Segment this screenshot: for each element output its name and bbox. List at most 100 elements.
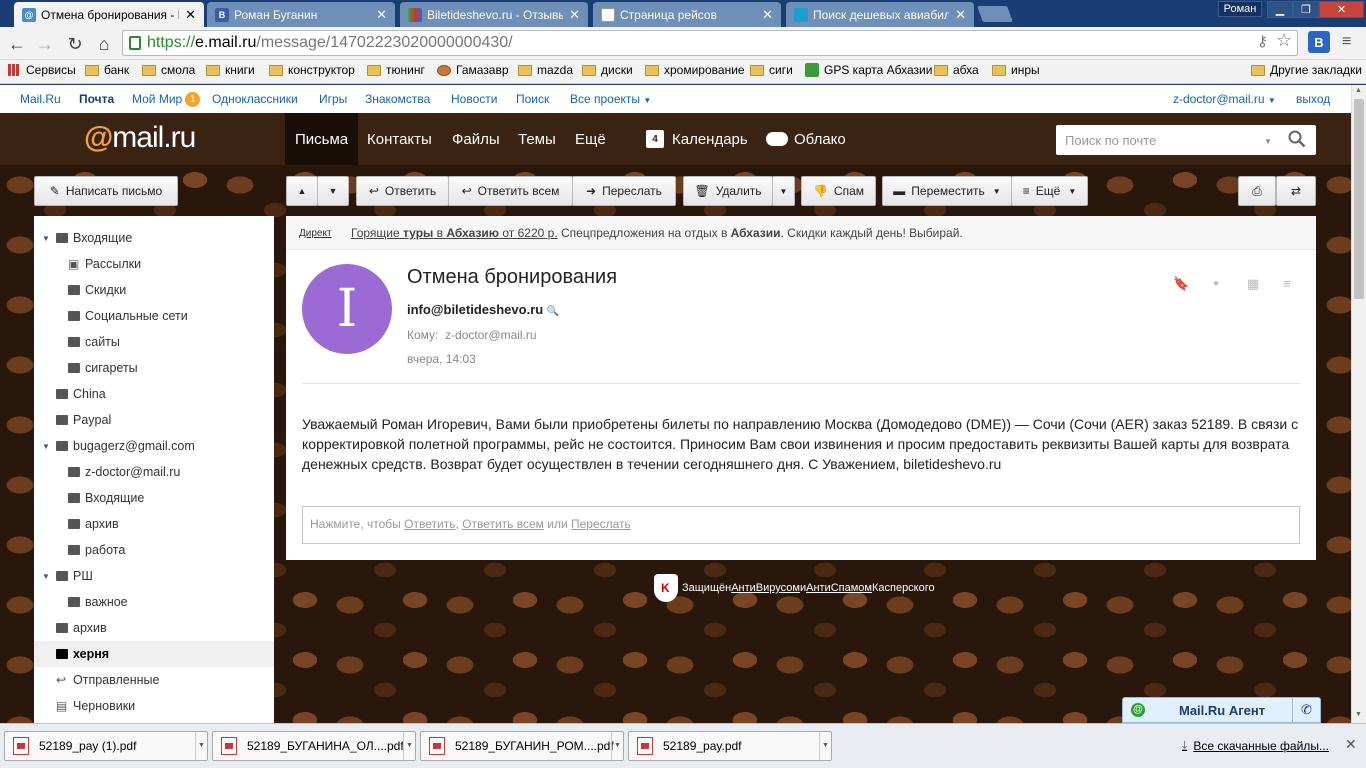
tab-vk[interactable]: B Роман Буганин ✕ <box>207 2 395 27</box>
direct-label[interactable]: Директ <box>299 228 332 239</box>
chevron-down-icon[interactable]: ▼ <box>1264 137 1272 146</box>
expand-icon[interactable]: ▼ <box>42 442 50 451</box>
mailru-agent-bar[interactable]: @ Mail.Ru Агент ✆ <box>1122 697 1321 723</box>
flag-icon[interactable]: 🔖 <box>1173 276 1189 292</box>
portal-link-mailru[interactable]: Mail.Ru <box>20 92 61 106</box>
tab-search-flights[interactable]: Поиск дешевых авиабилет ✕ <box>786 2 974 27</box>
reply-all-button[interactable]: ↩ Ответить всем <box>448 176 573 206</box>
quick-forward-link[interactable]: Переслать <box>571 517 631 531</box>
tab-flights[interactable]: Страница рейсов ✕ <box>593 2 781 27</box>
bookmark-link[interactable]: GPS карта Абхазии <box>805 63 932 77</box>
download-item[interactable]: 52189_pay.pdf ▼ <box>628 731 832 761</box>
expand-icon[interactable]: ▼ <box>42 572 50 581</box>
nav-letters[interactable]: Письма <box>285 113 359 165</box>
portal-link-moi-mir[interactable]: Мой Мир 1 <box>132 92 201 107</box>
bookmark-star-icon[interactable]: ☆ <box>1276 30 1292 51</box>
bookmark-folder[interactable]: книги <box>206 63 255 77</box>
expand-icon[interactable]: ▼ <box>42 234 50 243</box>
antispam-link[interactable]: АнтиСпамом <box>806 582 872 594</box>
close-tab-icon[interactable]: ✕ <box>185 7 196 23</box>
folder-item[interactable]: сигареты <box>34 355 274 381</box>
folder-item[interactable]: архив <box>34 615 274 641</box>
quick-reply-link[interactable]: Ответить <box>404 517 455 531</box>
extension-icon[interactable]: B <box>1308 31 1330 53</box>
download-item[interactable]: 52189_БУГАНИНА_ОЛ....pdf ▼ <box>212 731 416 761</box>
mailru-logo[interactable]: @mail.ru <box>84 121 196 155</box>
folder-item[interactable]: работа <box>34 537 274 563</box>
bookmark-folder[interactable]: конструктор <box>269 63 355 77</box>
nav-contacts[interactable]: Контакты <box>357 113 442 165</box>
reload-icon[interactable]: ↻ <box>64 33 86 55</box>
folder-item[interactable]: Paypal <box>34 407 274 433</box>
bookmark-folder[interactable]: банк <box>85 63 129 77</box>
account-menu[interactable]: z-doctor@mail.ru ▼ <box>1173 92 1276 106</box>
folder-item[interactable]: важное <box>34 589 274 615</box>
search-icon[interactable] <box>1288 130 1306 148</box>
nav-calendar[interactable]: 4 Календарь <box>636 113 758 165</box>
portal-link-news[interactable]: Новости <box>451 92 497 106</box>
close-tab-icon[interactable]: ✕ <box>955 7 966 23</box>
folder-item[interactable]: ▼ bugagerz@gmail.com <box>34 433 274 459</box>
close-shelf-icon[interactable]: ✕ <box>1345 736 1357 753</box>
bookmark-folder[interactable]: хромирование <box>645 63 745 77</box>
spam-button[interactable]: 👎 Спам <box>801 176 876 206</box>
page-scrollbar[interactable]: ▲ ▼ <box>1351 85 1366 723</box>
bookmark-link[interactable]: Гамазавр <box>437 63 509 77</box>
window-close-icon[interactable]: ✕ <box>1319 1 1364 18</box>
nav-files[interactable]: Файлы <box>442 113 510 165</box>
translate-button[interactable]: ⇄ <box>1276 176 1316 206</box>
bookmark-folder[interactable]: mazda <box>518 63 573 77</box>
bookmark-folder[interactable]: тюнинг <box>367 63 425 77</box>
mail-search-input[interactable]: Поиск по почте ▼ <box>1056 125 1316 155</box>
quick-reply-all-link[interactable]: Ответить всем <box>462 517 544 531</box>
scrollbar-thumb[interactable] <box>1354 99 1364 299</box>
close-tab-icon[interactable]: ✕ <box>762 7 773 23</box>
reply-button[interactable]: ↩ Ответить <box>356 176 449 206</box>
unread-dot-icon[interactable]: ● <box>1213 278 1219 289</box>
folder-item[interactable]: Социальные сети <box>34 303 274 329</box>
back-arrow-icon[interactable]: ← <box>6 33 28 55</box>
bookmark-folder[interactable]: абха <box>934 63 979 77</box>
tab-mail[interactable]: @ Отмена бронирования - По ✕ <box>14 2 204 27</box>
download-item[interactable]: 52189_БУГАНИН_РОМ....pdf ▼ <box>420 731 624 761</box>
more-button[interactable]: ≡ Ещё ▼ <box>1011 176 1088 206</box>
delete-button[interactable]: 🗑 Удалить <box>683 176 773 206</box>
logout-link[interactable]: выход <box>1296 92 1330 106</box>
move-button[interactable]: ▬ Переместить ▼ <box>882 176 1012 206</box>
key-icon[interactable]: ⚷ <box>1257 32 1268 50</box>
folder-item[interactable]: ▼ РШ <box>34 563 274 589</box>
scroll-down-icon[interactable]: ▼ <box>1355 711 1362 718</box>
message-menu-icon[interactable]: ≡ <box>1283 276 1291 291</box>
folder-item[interactable]: z-doctor@mail.ru <box>34 459 274 485</box>
calendar-add-icon[interactable]: ▦ <box>1247 276 1259 292</box>
prev-message-button[interactable]: ▲ <box>286 176 318 206</box>
phone-icon[interactable]: ✆ <box>1292 698 1320 722</box>
chevron-down-icon[interactable]: ▼ <box>819 732 831 760</box>
new-tab-button[interactable] <box>977 6 1013 22</box>
close-tab-icon[interactable]: ✕ <box>569 7 580 23</box>
chevron-down-icon[interactable]: ▼ <box>195 732 207 760</box>
download-item[interactable]: 52189_pay (1).pdf ▼ <box>4 731 208 761</box>
next-message-button[interactable]: ▼ <box>317 176 349 206</box>
tab-reviews[interactable]: Biletideshevo.ru - Отзывы о ✕ <box>400 2 588 27</box>
scroll-up-icon[interactable]: ▲ <box>1355 87 1362 94</box>
recipient-email[interactable]: z-doctor@mail.ru <box>445 328 537 342</box>
forward-button[interactable]: ➜ Переслать <box>572 176 676 206</box>
search-icon[interactable]: 🔍 <box>547 306 559 317</box>
portal-link-ok[interactable]: Одноклассники <box>212 92 298 106</box>
bookmark-folder[interactable]: диски <box>582 63 633 77</box>
home-icon[interactable]: ⌂ <box>93 33 115 55</box>
other-bookmarks[interactable]: Другие закладки <box>1251 63 1362 77</box>
compose-button[interactable]: ✎ Написать письмо <box>34 176 178 206</box>
all-downloads-link[interactable]: ⤓ Все скачанные файлы... <box>1182 738 1329 753</box>
folder-item[interactable]: сайты <box>34 329 274 355</box>
forward-arrow-icon[interactable]: → <box>34 33 56 55</box>
portal-link-mail[interactable]: Почта <box>79 92 114 106</box>
ad-link[interactable]: Горящие туры в Абхазию от 6220 р. <box>351 226 558 240</box>
address-bar[interactable]: https://e.mail.ru/message/14702223020000… <box>122 30 1298 56</box>
folder-item[interactable]: ▣ Рассылки <box>34 251 274 277</box>
bookmark-apps[interactable]: Сервисы <box>8 63 76 77</box>
portal-link-search[interactable]: Поиск <box>516 92 549 106</box>
nav-more[interactable]: Ещё <box>565 113 616 165</box>
folder-item[interactable]: Скидки <box>34 277 274 303</box>
